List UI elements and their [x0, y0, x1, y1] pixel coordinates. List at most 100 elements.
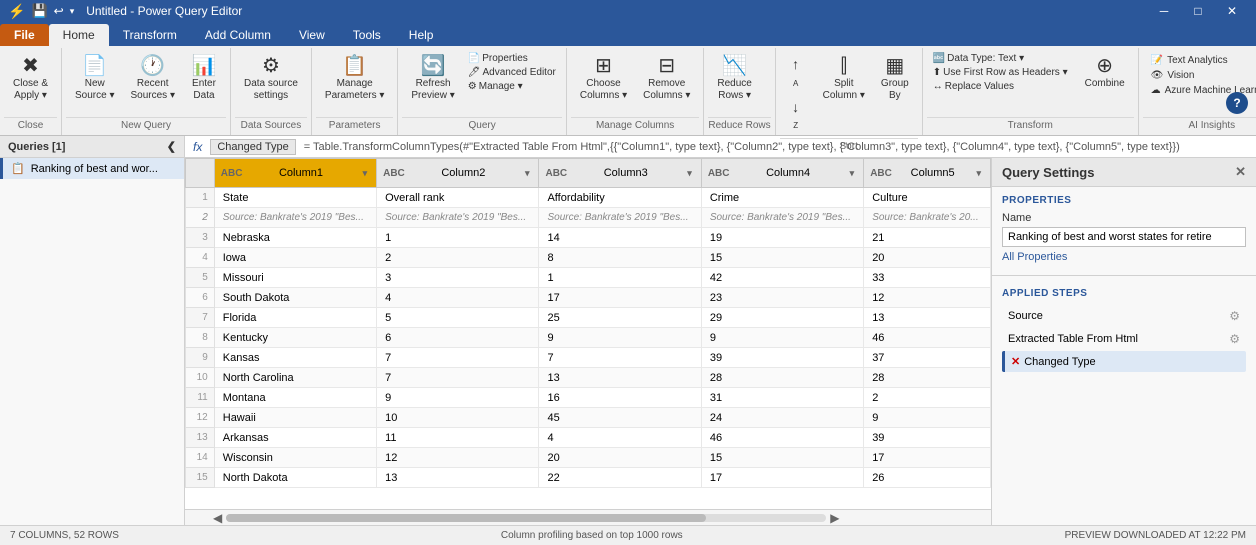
choose-columns-button[interactable]: ⊞ ChooseColumns ▾: [573, 52, 634, 106]
cell-c3-row-8[interactable]: 7: [539, 348, 701, 368]
row-num-cell-row-5[interactable]: 6: [186, 288, 215, 308]
cell-c5-row-7[interactable]: 46: [864, 328, 991, 348]
col1-filter-icon[interactable]: ▾: [360, 167, 371, 180]
text-analytics-button[interactable]: 📝 Text Analytics: [1149, 54, 1256, 67]
cell-c3-row-3[interactable]: 8: [539, 248, 701, 268]
cell-c5-row-2[interactable]: 21: [864, 228, 991, 248]
cell-c2-row-11[interactable]: 10: [377, 408, 539, 428]
cell-c4-row-5[interactable]: 23: [701, 288, 863, 308]
row-num-cell-row-3[interactable]: 4: [186, 248, 215, 268]
applied-step-1[interactable]: Extracted Table From Html ⚙: [1002, 328, 1246, 350]
recent-sources-button[interactable]: 🕐 RecentSources ▾: [124, 52, 182, 106]
cell-c1-row-13[interactable]: Wisconsin: [214, 448, 376, 468]
col5-filter-icon[interactable]: ▾: [973, 167, 984, 180]
minimize-button[interactable]: ─: [1148, 0, 1180, 22]
cell-c4-row-8[interactable]: 39: [701, 348, 863, 368]
row-num-cell-row-4[interactable]: 5: [186, 268, 215, 288]
row-num-cell-row-7[interactable]: 8: [186, 328, 215, 348]
cell-c5-row-10[interactable]: 2: [864, 388, 991, 408]
cell-c2-row-12[interactable]: 11: [377, 428, 539, 448]
tab-home[interactable]: Home: [49, 24, 109, 46]
step-gear-0[interactable]: ⚙: [1229, 309, 1240, 323]
row-num-cell-row-6[interactable]: 7: [186, 308, 215, 328]
tab-help[interactable]: Help: [395, 24, 448, 46]
row-num-cell-row-12[interactable]: 13: [186, 428, 215, 448]
maximize-button[interactable]: □: [1182, 0, 1214, 22]
cell-c5-row-14[interactable]: 26: [864, 468, 991, 488]
row-num-cell-row-10[interactable]: 11: [186, 388, 215, 408]
cell-c3-row-9[interactable]: 13: [539, 368, 701, 388]
cell-c1-row-10[interactable]: Montana: [214, 388, 376, 408]
cell-c3-row-12[interactable]: 4: [539, 428, 701, 448]
cell-c1-row-1[interactable]: Source: Bankrate's 2019 "Bes...: [214, 208, 376, 228]
cell-c2-row-8[interactable]: 7: [377, 348, 539, 368]
tab-tools[interactable]: Tools: [339, 24, 395, 46]
cell-c1-row-14[interactable]: North Dakota: [214, 468, 376, 488]
cell-c4-row-14[interactable]: 17: [701, 468, 863, 488]
cell-c3-row-7[interactable]: 9: [539, 328, 701, 348]
vision-button[interactable]: 👁 Vision: [1149, 69, 1256, 82]
cell-c2-row-14[interactable]: 13: [377, 468, 539, 488]
queries-collapse-icon[interactable]: ❮: [167, 140, 176, 153]
cell-c1-row-12[interactable]: Arkansas: [214, 428, 376, 448]
combine-button[interactable]: ⊕ Combine: [1078, 52, 1132, 94]
cell-c5-row-11[interactable]: 9: [864, 408, 991, 428]
tab-add-column[interactable]: Add Column: [191, 24, 285, 46]
replace-values-button[interactable]: ↔ Replace Values: [929, 80, 1072, 93]
title-dropdown-icon[interactable]: ▾: [70, 6, 75, 17]
cell-c1-row-2[interactable]: Nebraska: [214, 228, 376, 248]
row-num-cell-row-1[interactable]: 2: [186, 208, 215, 228]
remove-columns-button[interactable]: ⊟ RemoveColumns ▾: [636, 52, 697, 106]
data-source-settings-button[interactable]: ⚙ Data sourcesettings: [237, 52, 305, 106]
scroll-left-icon[interactable]: ◀: [213, 511, 222, 525]
first-row-button[interactable]: ⬆ Use First Row as Headers ▾: [929, 66, 1072, 79]
cell-c5-row-9[interactable]: 28: [864, 368, 991, 388]
cell-c2-row-0[interactable]: Overall rank: [377, 188, 539, 208]
row-num-cell-row-13[interactable]: 14: [186, 448, 215, 468]
manage-parameters-button[interactable]: 📋 ManageParameters ▾: [318, 52, 391, 106]
cell-c4-row-10[interactable]: 31: [701, 388, 863, 408]
col-header-4[interactable]: ABC Column4 ▾: [701, 159, 863, 188]
cell-c4-row-2[interactable]: 19: [701, 228, 863, 248]
scroll-right-icon[interactable]: ▶: [830, 511, 839, 525]
cell-c1-row-5[interactable]: South Dakota: [214, 288, 376, 308]
enter-data-button[interactable]: 📊 EnterData: [184, 52, 224, 106]
tab-transform[interactable]: Transform: [109, 24, 191, 46]
save-icon[interactable]: 💾: [31, 3, 47, 19]
data-type-button[interactable]: 🔤 Data Type: Text ▾: [929, 52, 1072, 65]
cell-c1-row-11[interactable]: Hawaii: [214, 408, 376, 428]
col-header-5[interactable]: ABC Column5 ▾: [864, 159, 991, 188]
cell-c5-row-6[interactable]: 13: [864, 308, 991, 328]
cell-c5-row-3[interactable]: 20: [864, 248, 991, 268]
table-wrapper[interactable]: ABC Column1 ▾ ABC Column2: [185, 158, 991, 509]
cell-c3-row-14[interactable]: 22: [539, 468, 701, 488]
cell-c4-row-7[interactable]: 9: [701, 328, 863, 348]
cell-c5-row-12[interactable]: 39: [864, 428, 991, 448]
close-apply-button[interactable]: ✖ Close &Apply ▾: [6, 52, 55, 106]
sort-desc-button[interactable]: ↓Z: [782, 95, 810, 137]
cell-c3-row-1[interactable]: Source: Bankrate's 2019 "Bes...: [539, 208, 701, 228]
col-header-1[interactable]: ABC Column1 ▾: [214, 159, 376, 188]
col-header-2[interactable]: ABC Column2 ▾: [377, 159, 539, 188]
tab-view[interactable]: View: [285, 24, 339, 46]
horizontal-scrollbar[interactable]: ◀ ▶: [185, 509, 991, 525]
cell-c2-row-5[interactable]: 4: [377, 288, 539, 308]
cell-c4-row-3[interactable]: 15: [701, 248, 863, 268]
cell-c5-row-1[interactable]: Source: Bankrate's 20...: [864, 208, 991, 228]
new-source-button[interactable]: 📄 NewSource ▾: [68, 52, 121, 106]
cell-c4-row-13[interactable]: 15: [701, 448, 863, 468]
applied-step-2[interactable]: ✕ Changed Type: [1002, 351, 1246, 372]
cell-c2-row-6[interactable]: 5: [377, 308, 539, 328]
cell-c2-row-4[interactable]: 3: [377, 268, 539, 288]
cell-c2-row-1[interactable]: Source: Bankrate's 2019 "Bes...: [377, 208, 539, 228]
sort-asc-button[interactable]: ↑A: [782, 52, 810, 94]
cell-c5-row-5[interactable]: 12: [864, 288, 991, 308]
row-num-cell-row-9[interactable]: 10: [186, 368, 215, 388]
cell-c1-row-6[interactable]: Florida: [214, 308, 376, 328]
split-column-button[interactable]: ⫿ SplitColumn ▾: [816, 52, 872, 106]
cell-c1-row-0[interactable]: State: [214, 188, 376, 208]
advanced-editor-button[interactable]: 🖊 Advanced Editor: [464, 66, 560, 79]
col2-filter-icon[interactable]: ▾: [522, 167, 533, 180]
group-by-button[interactable]: ▦ GroupBy: [874, 52, 916, 106]
cell-c4-row-4[interactable]: 42: [701, 268, 863, 288]
